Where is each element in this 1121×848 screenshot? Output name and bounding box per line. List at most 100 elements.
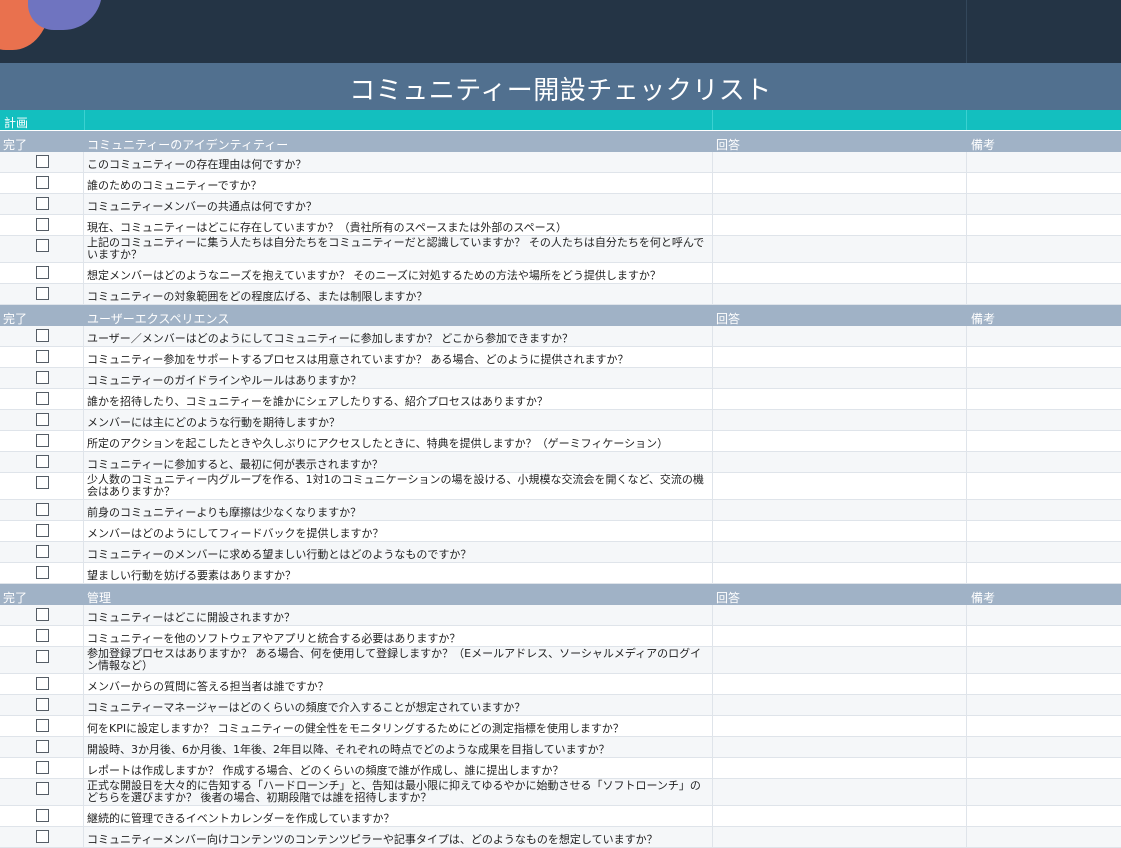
checkbox[interactable]	[36, 371, 49, 384]
notes-cell[interactable]	[967, 284, 1121, 304]
done-cell	[0, 521, 84, 541]
notes-cell[interactable]	[967, 605, 1121, 625]
answer-cell[interactable]	[712, 347, 967, 367]
checkbox[interactable]	[36, 782, 49, 795]
checkbox[interactable]	[36, 176, 49, 189]
answer-cell[interactable]	[712, 605, 967, 625]
notes-cell[interactable]	[967, 347, 1121, 367]
notes-cell[interactable]	[967, 563, 1121, 583]
notes-cell[interactable]	[967, 473, 1121, 499]
notes-cell[interactable]	[967, 827, 1121, 847]
checkbox[interactable]	[36, 218, 49, 231]
notes-cell[interactable]	[967, 236, 1121, 262]
checkbox[interactable]	[36, 830, 49, 843]
answer-cell[interactable]	[712, 389, 967, 409]
done-cell	[0, 647, 84, 673]
notes-cell[interactable]	[967, 737, 1121, 757]
checkbox[interactable]	[36, 629, 49, 642]
notes-cell[interactable]	[967, 647, 1121, 673]
answer-cell[interactable]	[712, 521, 967, 541]
answer-cell[interactable]	[712, 737, 967, 757]
notes-cell[interactable]	[967, 521, 1121, 541]
notes-cell[interactable]	[967, 215, 1121, 235]
answer-cell[interactable]	[712, 431, 967, 451]
answer-cell[interactable]	[712, 368, 967, 388]
answer-cell[interactable]	[712, 716, 967, 736]
checkbox[interactable]	[36, 503, 49, 516]
notes-cell[interactable]	[967, 173, 1121, 193]
notes-cell[interactable]	[967, 263, 1121, 283]
notes-cell[interactable]	[967, 431, 1121, 451]
notes-cell[interactable]	[967, 410, 1121, 430]
notes-cell[interactable]	[967, 542, 1121, 562]
answer-cell[interactable]	[712, 326, 967, 346]
notes-cell[interactable]	[967, 806, 1121, 826]
checkbox[interactable]	[36, 455, 49, 468]
checkbox[interactable]	[36, 677, 49, 690]
answer-cell[interactable]	[712, 695, 967, 715]
checkbox[interactable]	[36, 740, 49, 753]
checkbox[interactable]	[36, 608, 49, 621]
answer-cell[interactable]	[712, 626, 967, 646]
checkbox[interactable]	[36, 287, 49, 300]
checkbox[interactable]	[36, 239, 49, 252]
notes-cell[interactable]	[967, 194, 1121, 214]
plan-bar: 計画	[0, 110, 1121, 130]
answer-cell[interactable]	[712, 452, 967, 472]
answer-cell[interactable]	[712, 473, 967, 499]
answer-cell[interactable]	[712, 236, 967, 262]
answer-cell[interactable]	[712, 194, 967, 214]
notes-cell[interactable]	[967, 779, 1121, 805]
answer-cell[interactable]	[712, 806, 967, 826]
header-banner	[0, 0, 1121, 63]
notes-cell[interactable]	[967, 152, 1121, 172]
notes-cell[interactable]	[967, 500, 1121, 520]
answer-cell[interactable]	[712, 563, 967, 583]
notes-cell[interactable]	[967, 389, 1121, 409]
notes-cell[interactable]	[967, 368, 1121, 388]
notes-cell[interactable]	[967, 695, 1121, 715]
checkbox[interactable]	[36, 329, 49, 342]
notes-cell[interactable]	[967, 758, 1121, 778]
notes-cell[interactable]	[967, 452, 1121, 472]
notes-cell[interactable]	[967, 674, 1121, 694]
checkbox[interactable]	[36, 719, 49, 732]
answer-cell[interactable]	[712, 674, 967, 694]
answer-cell[interactable]	[712, 173, 967, 193]
answer-cell[interactable]	[712, 827, 967, 847]
answer-cell[interactable]	[712, 647, 967, 673]
notes-cell[interactable]	[967, 716, 1121, 736]
checkbox[interactable]	[36, 809, 49, 822]
checkbox[interactable]	[36, 524, 49, 537]
checkbox[interactable]	[36, 392, 49, 405]
notes-cell[interactable]	[967, 326, 1121, 346]
checkbox[interactable]	[36, 413, 49, 426]
answer-cell[interactable]	[712, 410, 967, 430]
notes-cell[interactable]	[967, 626, 1121, 646]
answer-cell[interactable]	[712, 500, 967, 520]
checkbox[interactable]	[36, 545, 49, 558]
notes-column-header: 備考	[971, 312, 996, 326]
checklist-row: 所定のアクションを起こしたときや久しぶりにアクセスしたときに、特典を提供しますか…	[0, 431, 1121, 452]
checkbox[interactable]	[36, 761, 49, 774]
answer-cell[interactable]	[712, 263, 967, 283]
checklist-row: コミュニティーメンバー向けコンテンツのコンテンツピラーや記事タイプは、どのような…	[0, 827, 1121, 848]
checkbox[interactable]	[36, 266, 49, 279]
done-cell	[0, 806, 84, 826]
section-header: 完了 コミュニティーのアイデンティティー 回答 備考	[0, 131, 1121, 152]
answer-cell[interactable]	[712, 215, 967, 235]
checkbox[interactable]	[36, 197, 49, 210]
checklist-row: メンバーはどのようにしてフィードバックを提供しますか？	[0, 521, 1121, 542]
checkbox[interactable]	[36, 350, 49, 363]
answer-cell[interactable]	[712, 284, 967, 304]
answer-cell[interactable]	[712, 779, 967, 805]
checkbox[interactable]	[36, 155, 49, 168]
answer-cell[interactable]	[712, 758, 967, 778]
checkbox[interactable]	[36, 434, 49, 447]
answer-cell[interactable]	[712, 152, 967, 172]
checkbox[interactable]	[36, 476, 49, 489]
checkbox[interactable]	[36, 698, 49, 711]
checkbox[interactable]	[36, 566, 49, 579]
checkbox[interactable]	[36, 650, 49, 663]
answer-cell[interactable]	[712, 542, 967, 562]
